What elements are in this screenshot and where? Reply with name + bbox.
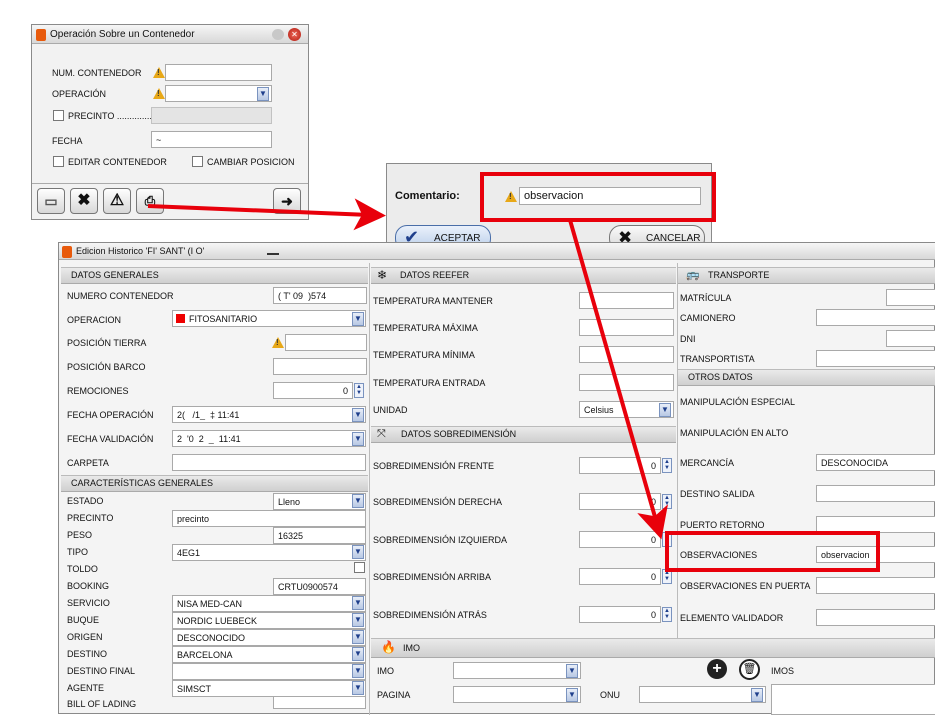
- arrow-to-observaciones: [568, 219, 668, 540]
- annotation-arrows: [147, 198, 668, 540]
- arrow-to-comment: [147, 198, 386, 231]
